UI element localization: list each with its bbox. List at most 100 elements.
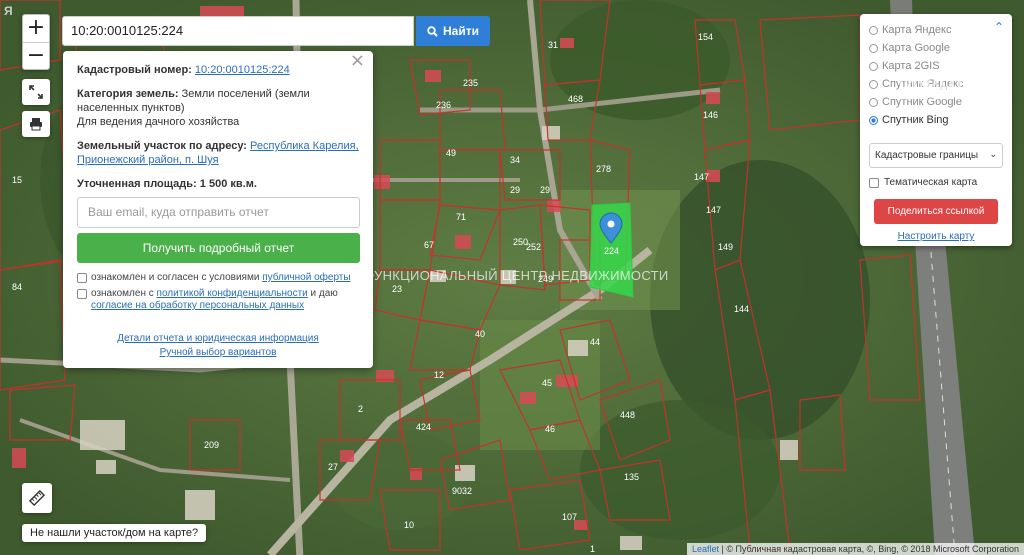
- map-attribution: Leaflet | © Публичная кадастровая карта,…: [686, 543, 1024, 555]
- attribution-text: | © Публичная кадастровая карта, ©, Bing…: [721, 544, 1019, 554]
- zoom-in-button[interactable]: +: [23, 15, 49, 42]
- chevron-up-icon[interactable]: ⌃: [994, 20, 1004, 34]
- parcel-number-label: 44: [590, 337, 600, 347]
- cadastral-search-input[interactable]: 10:20:0010125:224: [62, 16, 414, 46]
- offer-checkbox[interactable]: [77, 273, 87, 283]
- fullscreen-icon: [29, 85, 43, 99]
- personal-data-consent-link[interactable]: согласие на обработку персональных данны…: [91, 300, 304, 311]
- print-button[interactable]: [22, 111, 50, 137]
- category-label: Категория земель:: [77, 88, 179, 100]
- fullscreen-button[interactable]: [22, 79, 50, 105]
- radio-button[interactable]: [869, 25, 878, 35]
- base-layer-option[interactable]: Карта Google: [869, 39, 1003, 57]
- printer-icon: [30, 118, 42, 131]
- parcel-number-label: 448: [620, 410, 635, 420]
- watermark-text: ОФУНКЦИОНАЛЬНЫЙ ЦЕНТР НЕДВИЖИМОСТИ: [354, 268, 669, 283]
- ruler-button[interactable]: [22, 483, 52, 513]
- base-layer-label: Спутник Bing: [882, 114, 949, 126]
- parcel-number-label: 29: [540, 185, 550, 195]
- parcel-number-label: 236: [436, 100, 451, 110]
- radio-button[interactable]: [869, 115, 878, 125]
- parcel-number-label: 146: [703, 110, 718, 120]
- search-icon: [427, 25, 438, 37]
- parcel-number-label: 15: [12, 175, 22, 185]
- parcel-number-label: 9032: [452, 486, 472, 496]
- yandex-corner-logo: Я: [4, 4, 13, 18]
- parcel-number-label: 46: [545, 424, 555, 434]
- share-link-button[interactable]: Поделиться ссылкой: [874, 199, 998, 224]
- parcel-number-label: 67: [424, 240, 434, 250]
- parcel-number-label: 71: [456, 212, 466, 222]
- radio-button[interactable]: [869, 43, 878, 53]
- radio-button[interactable]: [869, 79, 878, 89]
- base-layer-option[interactable]: Спутник Bing: [869, 111, 1003, 129]
- base-layer-label: Карта Яндекс: [882, 24, 952, 36]
- radio-button[interactable]: [869, 97, 878, 107]
- logo-subtext: ЦЕНТР НЕДВИЖИМОСТИ: [898, 96, 973, 102]
- base-layer-option[interactable]: Карта Яндекс: [869, 21, 1003, 39]
- cadastral-number-link[interactable]: 10:20:0010125:224: [195, 64, 290, 76]
- base-layer-label: Карта Google: [882, 42, 950, 54]
- parcel-number-label: 84: [12, 282, 22, 292]
- manual-selection-link[interactable]: Ручной выбор вариантов: [77, 346, 359, 360]
- public-offer-link[interactable]: публичной оферты: [262, 272, 350, 283]
- usage-value: Для ведения дачного хозяйства: [77, 116, 240, 128]
- radio-button[interactable]: [869, 61, 878, 71]
- parcel-number-label: 209: [204, 440, 219, 450]
- parcel-number-label: 49: [446, 148, 456, 158]
- chevron-down-icon: ⌄: [989, 150, 997, 160]
- parcel-number-label: 278: [596, 164, 611, 174]
- parcel-number-label: 149: [718, 242, 733, 252]
- overlay-select-value: Кадастровые границы: [875, 150, 979, 161]
- parcel-number-label: 34: [510, 155, 520, 165]
- parcel-number-label: 1: [590, 544, 595, 554]
- not-found-button[interactable]: Не нашли участок/дом на карте?: [22, 524, 207, 542]
- parcel-number-label: 107: [562, 512, 577, 522]
- parcel-number-label: 23: [392, 284, 402, 294]
- consent1-text: ознакомлен и согласен с условиями: [91, 272, 260, 283]
- parcel-number-label: 29: [510, 185, 520, 195]
- leaflet-link[interactable]: Leaflet: [692, 544, 719, 554]
- consent2-mid: и даю: [310, 288, 338, 299]
- parcel-number-label: 147: [706, 205, 721, 215]
- thematic-map-label: Тематическая карта: [884, 177, 978, 188]
- parcel-number-label: 45: [542, 378, 552, 388]
- privacy-checkbox[interactable]: [77, 289, 87, 299]
- report-details-link[interactable]: Детали отчета и юридическая информация: [77, 332, 359, 346]
- parcel-number-label: 235: [463, 78, 478, 88]
- parcel-number-label: 10: [404, 520, 414, 530]
- mfcn-watermark-logo: МФЦН ЦЕНТР НЕДВИЖИМОСТИ: [898, 69, 973, 111]
- consent2-text: ознакомлен с: [91, 288, 154, 299]
- parcel-number-label: 424: [416, 422, 431, 432]
- configure-map-link[interactable]: Настроить карту: [869, 231, 1003, 242]
- parcel-number-label: 135: [624, 472, 639, 482]
- area-value: 1 500 кв.м.: [199, 178, 257, 190]
- zoom-out-button[interactable]: −: [23, 42, 49, 69]
- ruler-icon: [29, 490, 45, 506]
- close-icon[interactable]: ×: [350, 52, 365, 70]
- parcel-number-label: 12: [434, 370, 444, 380]
- parcel-number-label: 2: [358, 404, 363, 414]
- parcel-number-label: 468: [568, 94, 583, 104]
- parcel-number-label: 27: [328, 462, 338, 472]
- zoom-control: + −: [22, 14, 50, 70]
- privacy-policy-link[interactable]: политикой конфиденциальности: [157, 288, 308, 299]
- address-label: Земельный участок по адресу:: [77, 140, 247, 152]
- get-report-button[interactable]: Получить подробный отчет: [77, 233, 360, 263]
- search-button-label: Найти: [443, 24, 479, 38]
- logo-text: МФЦН: [898, 68, 974, 95]
- thematic-map-checkbox[interactable]: [869, 177, 879, 188]
- area-label: Уточненная площадь:: [77, 178, 197, 190]
- marker-label: 224: [604, 246, 619, 256]
- layer-switcher-panel: ⌃ Карта Яндекс Карта Google Карта 2GIS Спут…: [860, 14, 1012, 246]
- parcel-number-label: 31: [548, 40, 558, 50]
- parcel-number-label: 40: [475, 329, 485, 339]
- parcel-info-popup: × Кадастровый номер: 10:20:0010125:224 К…: [63, 51, 373, 368]
- parcel-number-label: 252: [526, 242, 541, 252]
- parcel-number-label: 144: [734, 304, 749, 314]
- parcel-number-label: 154: [698, 32, 713, 42]
- parcel-number-label: 147: [694, 172, 709, 182]
- overlay-select[interactable]: Кадастровые границы ⌄: [869, 143, 1003, 168]
- search-button[interactable]: Найти: [416, 16, 490, 46]
- email-input[interactable]: Ваш email, куда отправить отчет: [77, 197, 360, 228]
